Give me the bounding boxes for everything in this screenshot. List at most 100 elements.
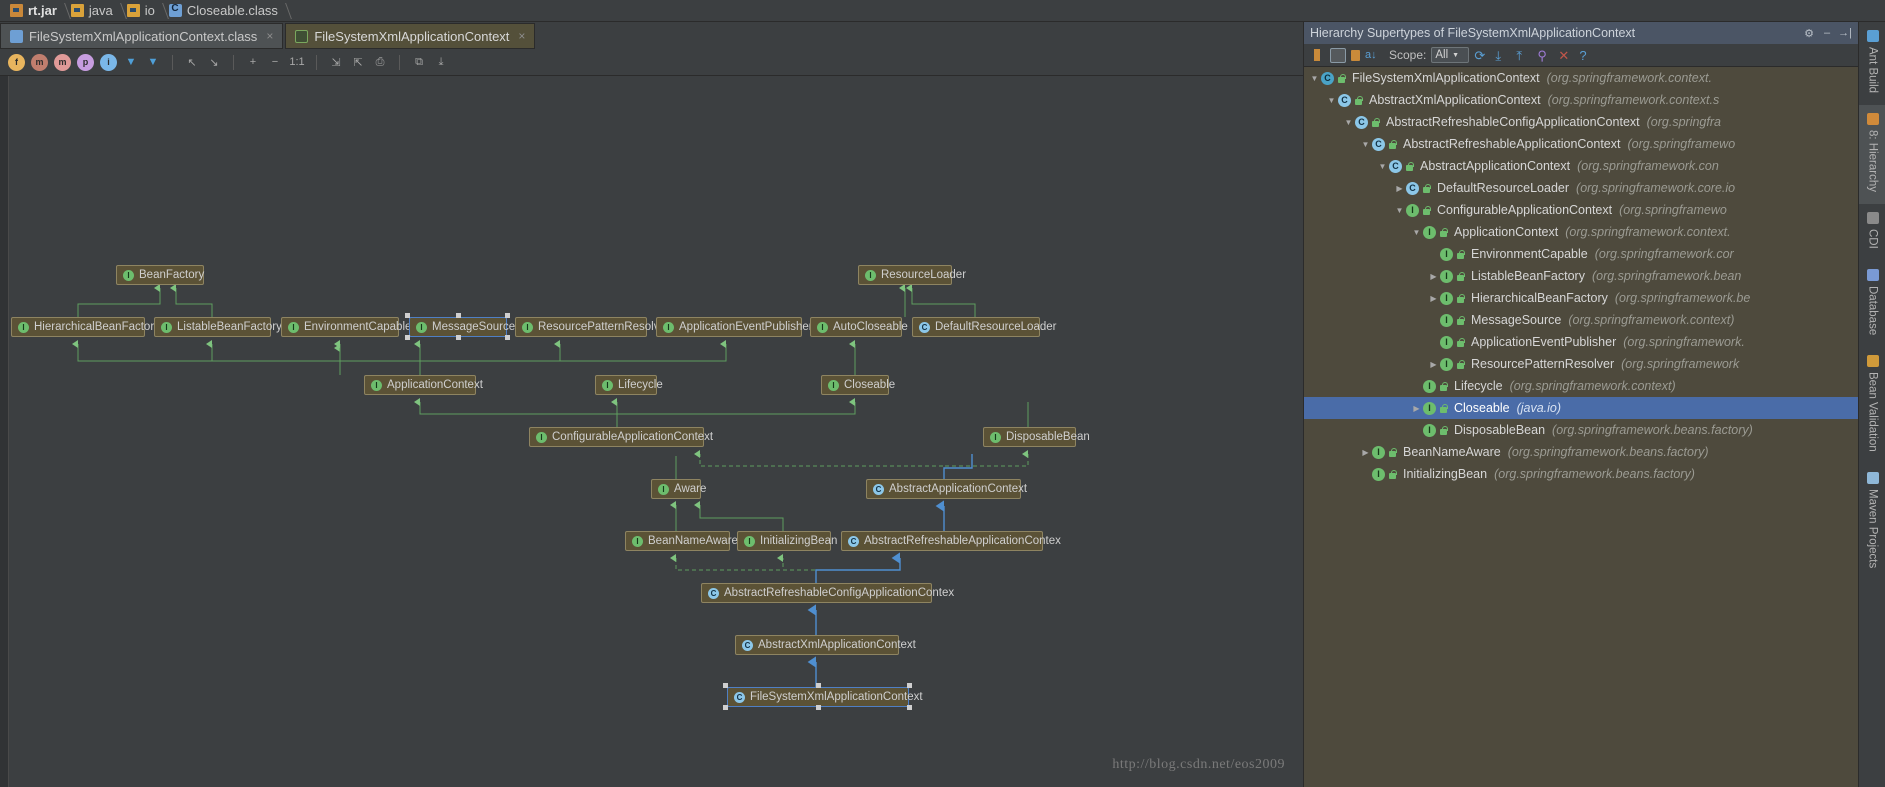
diagram-node-disposablebean[interactable]: I DisposableBean: [983, 427, 1090, 447]
diagram-node-autocloseable[interactable]: I AutoCloseable: [810, 317, 908, 337]
show-inner-classes-toggle[interactable]: i: [100, 53, 117, 71]
show-constructors-toggle[interactable]: m: [31, 53, 48, 71]
minimize-icon[interactable]: –: [1820, 26, 1834, 40]
fit-content-button[interactable]: ⇲: [328, 55, 344, 70]
diagram-node-aware[interactable]: I Aware: [651, 479, 706, 499]
selection-handle[interactable]: [907, 683, 912, 688]
diagram-node-applicationeventpublisher[interactable]: I ApplicationEventPublisher: [656, 317, 813, 337]
show-properties-toggle[interactable]: p: [77, 53, 94, 71]
diagram-node-lifecycle[interactable]: I Lifecycle: [595, 375, 663, 395]
hierarchy-tree-row[interactable]: ▶ I ResourcePatternResolver (org.springfram…: [1304, 353, 1859, 375]
collapse-icon[interactable]: ⤒: [1516, 48, 1532, 63]
diagram-node-filesystemxmlapplicationcontext[interactable]: C FileSystemXmlApplicationContext: [727, 687, 923, 707]
collapse-nodes-button[interactable]: ↖: [184, 55, 200, 70]
expand-nodes-button[interactable]: ↘: [206, 55, 222, 70]
selection-handle[interactable]: [723, 705, 728, 710]
close-icon[interactable]: ✕: [1558, 48, 1574, 63]
rail-item-8-hierarchy[interactable]: 8: Hierarchy: [1859, 105, 1885, 205]
hierarchy-tree-row[interactable]: ▼ C FileSystemXmlApplicationContext (org.sp…: [1304, 67, 1859, 89]
rail-item-bean-validation[interactable]: Bean Validation: [1859, 347, 1885, 464]
selection-handle[interactable]: [505, 335, 510, 340]
diagram-node-closeable[interactable]: I Closeable: [821, 375, 895, 395]
diagram-node-messagesource[interactable]: I MessageSource: [409, 317, 515, 337]
hierarchy-tree-row[interactable]: I EnvironmentCapable (org.springframework.…: [1304, 243, 1859, 265]
diagram-node-beanfactory[interactable]: I BeanFactory: [116, 265, 204, 285]
settings-icon[interactable]: ⚙: [1802, 26, 1816, 40]
hierarchy-tree-row[interactable]: ▶ I HierarchicalBeanFactory (org.springfram…: [1304, 287, 1859, 309]
chevron-down-icon[interactable]: ▼: [1376, 162, 1389, 171]
filter-by-visibility-button[interactable]: ▼: [123, 55, 139, 70]
chevron-down-icon[interactable]: ▼: [1342, 118, 1355, 127]
hierarchy-tree-row[interactable]: ▶ I ListableBeanFactory (org.springframewor…: [1304, 265, 1859, 287]
diagram-canvas[interactable]: I BeanFactory I ResourceLoader I Hierarchical…: [0, 76, 1303, 787]
diagram-node-defaultresourceloader[interactable]: C DefaultResourceLoader: [912, 317, 1056, 337]
type-hierarchy-icon[interactable]: [1309, 47, 1325, 63]
rail-item-maven-projects[interactable]: Maven Projects: [1859, 464, 1885, 580]
print-button[interactable]: ⎙: [372, 55, 388, 70]
diagram-node-hierarchicalbeanfactory[interactable]: I HierarchicalBeanFactory: [11, 317, 160, 337]
show-methods-toggle[interactable]: m: [54, 53, 71, 71]
hierarchy-tree-row[interactable]: ▼ C AbstractXmlApplicationContext (org.spri…: [1304, 89, 1859, 111]
hide-icon[interactable]: →|: [1838, 26, 1852, 40]
hierarchy-tree-row[interactable]: ▶ I Closeable (java.io): [1304, 397, 1859, 419]
supertypes-icon[interactable]: [1330, 47, 1346, 63]
hierarchy-tree-row[interactable]: ▼ C AbstractApplicationContext (org.springf…: [1304, 155, 1859, 177]
hierarchy-tree-row[interactable]: I InitializingBean (org.springframework.be…: [1304, 463, 1859, 485]
hierarchy-tree[interactable]: ▼ C FileSystemXmlApplicationContext (org.sp…: [1304, 67, 1859, 787]
selection-handle[interactable]: [505, 313, 510, 318]
refresh-icon[interactable]: ⟳: [1474, 48, 1490, 63]
layout-button[interactable]: ⇱: [350, 55, 366, 70]
breadcrumb-item-jar[interactable]: rt.jar: [6, 0, 67, 22]
chevron-right-icon[interactable]: ▶: [1427, 294, 1440, 303]
hierarchy-tree-row[interactable]: ▶ I BeanNameAware (org.springframework.bean…: [1304, 441, 1859, 463]
diagram-node-beannameaware[interactable]: I BeanNameAware: [625, 531, 738, 551]
chevron-right-icon[interactable]: ▶: [1359, 448, 1372, 457]
selection-handle[interactable]: [816, 705, 821, 710]
hierarchy-tree-row[interactable]: I Lifecycle (org.springframework.context): [1304, 375, 1859, 397]
chevron-down-icon[interactable]: ▼: [1410, 228, 1423, 237]
chevron-down-icon[interactable]: ▼: [1325, 96, 1338, 105]
filter-button[interactable]: ▼: [145, 55, 161, 70]
export-button[interactable]: ⤓: [433, 55, 449, 70]
hierarchy-tree-row[interactable]: I ApplicationEventPublisher (org.springfra…: [1304, 331, 1859, 353]
selection-handle[interactable]: [456, 313, 461, 318]
diagram-node-initializingbean[interactable]: I InitializingBean: [737, 531, 837, 551]
close-icon[interactable]: ×: [518, 29, 525, 43]
hierarchy-tree-row[interactable]: ▼ C AbstractRefreshableConfigApplicationCo…: [1304, 111, 1859, 133]
diagram-node-abstractrefreshableconfigapplicationcontex[interactable]: C AbstractRefreshableConfigApplicationCon…: [701, 583, 954, 603]
diagram-node-resourcepatternresolve[interactable]: I ResourcePatternResolve: [515, 317, 666, 337]
copy-button[interactable]: ⧉: [411, 55, 427, 70]
selection-handle[interactable]: [405, 313, 410, 318]
hierarchy-tree-row[interactable]: I DisposableBean (org.springframework.bean…: [1304, 419, 1859, 441]
selection-handle[interactable]: [816, 683, 821, 688]
zoom-out-button[interactable]: −: [267, 55, 283, 70]
close-icon[interactable]: ×: [266, 29, 273, 43]
breadcrumb-item-io[interactable]: io: [123, 0, 165, 22]
pin-icon[interactable]: ⚲: [1537, 48, 1553, 63]
show-fields-toggle[interactable]: f: [8, 53, 25, 71]
chevron-right-icon[interactable]: ▶: [1393, 184, 1406, 193]
chevron-down-icon[interactable]: ▼: [1308, 74, 1321, 83]
chevron-right-icon[interactable]: ▶: [1410, 404, 1423, 413]
subtypes-icon[interactable]: [1351, 49, 1360, 61]
sort-alphabetically-icon[interactable]: a↓: [1365, 48, 1381, 63]
hierarchy-tree-row[interactable]: ▶ C DefaultResourceLoader (org.springframew…: [1304, 177, 1859, 199]
tab-filesystemxmlapplicationcontext-class[interactable]: FileSystemXmlApplicationContext.class ×: [0, 23, 284, 49]
diagram-node-resourceloader[interactable]: I ResourceLoader: [858, 265, 966, 285]
actual-size-button[interactable]: 1:1: [289, 55, 305, 70]
rail-item-database[interactable]: Database: [1859, 261, 1885, 347]
diagram-node-listablebeanfactory[interactable]: I ListableBeanFactory: [154, 317, 282, 337]
diagram-node-abstractxmlapplicationcontext[interactable]: C AbstractXmlApplicationContext: [735, 635, 916, 655]
diagram-node-abstractapplicationcontext[interactable]: C AbstractApplicationContext: [866, 479, 1027, 499]
diagram-node-environmentcapable[interactable]: I EnvironmentCapable: [281, 317, 411, 337]
breadcrumb-item-java[interactable]: java: [67, 0, 123, 22]
selection-handle[interactable]: [456, 335, 461, 340]
chevron-right-icon[interactable]: ▶: [1427, 272, 1440, 281]
breadcrumb-item-class[interactable]: Closeable.class: [165, 0, 288, 22]
tab-filesystemxmlapplicationcontext-diagram[interactable]: FileSystemXmlApplicationContext ×: [285, 23, 536, 49]
hierarchy-tree-row[interactable]: ▼ C AbstractRefreshableApplicationContext (…: [1304, 133, 1859, 155]
chevron-right-icon[interactable]: ▶: [1427, 360, 1440, 369]
hierarchy-tree-row[interactable]: ▼ I ApplicationContext (org.springframework…: [1304, 221, 1859, 243]
hierarchy-tree-row[interactable]: ▼ I ConfigurableApplicationContext (org.spr…: [1304, 199, 1859, 221]
hierarchy-tree-row[interactable]: I MessageSource (org.springframework.conte…: [1304, 309, 1859, 331]
